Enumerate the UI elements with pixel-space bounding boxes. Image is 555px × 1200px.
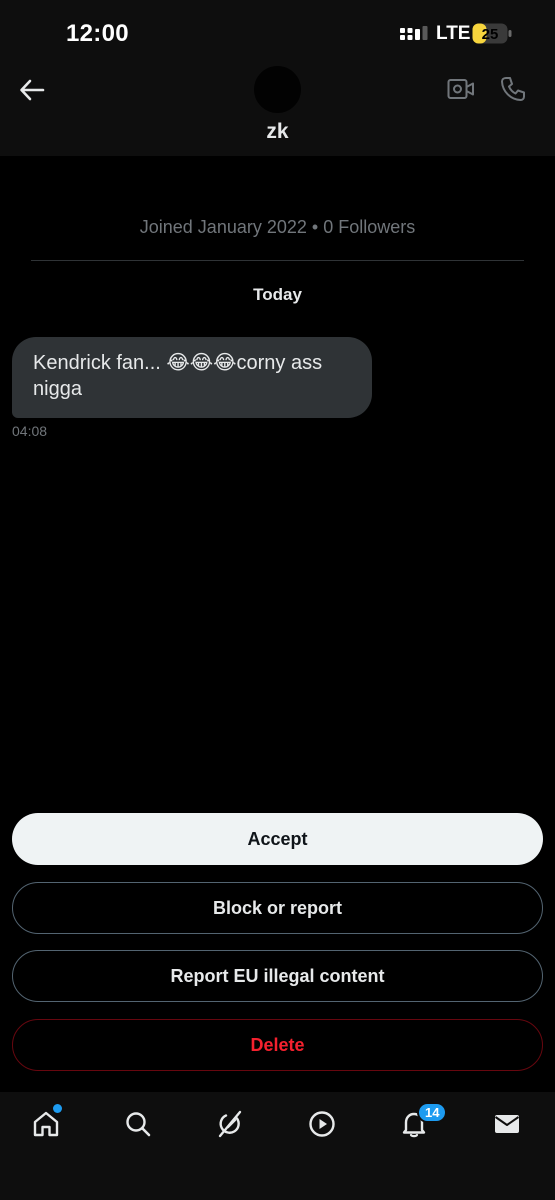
conversation-header: zk <box>0 62 555 156</box>
video-call-button[interactable] <box>444 74 478 104</box>
video-call-icon <box>447 79 474 99</box>
grok-icon <box>218 1110 242 1138</box>
date-separator: Today <box>253 285 302 304</box>
nav-messages[interactable] <box>487 1104 527 1144</box>
battery-icon: 25 <box>472 23 512 44</box>
back-button[interactable] <box>14 72 50 108</box>
bottom-nav: 14 <box>0 1092 555 1200</box>
message-text: Kendrick fan... 😂😂😂corny ass nigga <box>33 352 323 400</box>
message-timestamp: 04:08 <box>12 423 48 439</box>
home-icon <box>33 1111 59 1137</box>
back-arrow-icon <box>20 79 45 101</box>
battery-level: 25 <box>482 26 499 43</box>
status-time: 12:00 <box>66 20 129 47</box>
block-or-report-button[interactable]: Block or report <box>12 882 543 934</box>
mail-icon <box>494 1115 520 1133</box>
profile-info: Joined January 2022 • 0 Followers <box>139 217 416 237</box>
avatar[interactable] <box>254 66 301 113</box>
video-play-icon <box>309 1111 335 1137</box>
message-bubble[interactable]: Kendrick fan... 😂😂😂corny ass nigga <box>12 337 372 418</box>
phone-call-button[interactable] <box>496 73 530 105</box>
notification-badge: 14 <box>417 1102 448 1123</box>
accept-button[interactable]: Accept <box>12 813 543 865</box>
network-type: LTE <box>436 23 471 44</box>
signal-icon <box>400 26 428 40</box>
divider <box>31 260 524 261</box>
delete-button[interactable]: Delete <box>12 1019 543 1071</box>
nav-video[interactable] <box>302 1104 342 1144</box>
phone-icon <box>501 77 525 101</box>
search-icon <box>126 1112 151 1137</box>
nav-search[interactable] <box>118 1104 158 1144</box>
report-eu-content-button[interactable]: Report EU illegal content <box>12 950 543 1002</box>
status-bar: 12:00 LTE 25 <box>0 0 555 62</box>
contact-name[interactable]: zk <box>0 120 555 144</box>
home-unread-dot <box>53 1104 62 1113</box>
nav-grok[interactable] <box>210 1104 250 1144</box>
